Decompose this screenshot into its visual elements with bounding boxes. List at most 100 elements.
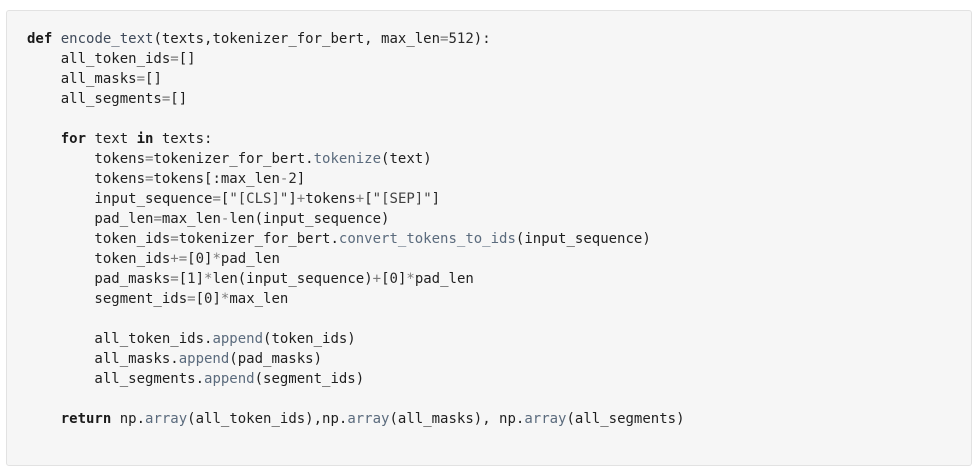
code-token: pad_masks: [27, 271, 171, 287]
code-token: =: [212, 191, 221, 207]
code-token: []: [170, 91, 188, 107]
code-token: (all_masks), np.: [389, 411, 525, 427]
code-token: []: [145, 71, 162, 87]
code-token: in: [136, 131, 154, 147]
code-token: pad_len: [27, 211, 154, 227]
code-token: for: [60, 131, 87, 147]
code-line: all_masks.append(pad_masks): [27, 349, 685, 369]
code-token: token_ids: [27, 251, 171, 267]
code-line: all_segments.append(segment_ids): [27, 369, 685, 389]
code-token: max_len: [161, 211, 221, 227]
code-token: =: [170, 51, 179, 67]
code-line: for text in texts:: [27, 129, 685, 149]
code-token: append: [212, 331, 264, 347]
code-token: token_ids: [27, 231, 171, 247]
code-token: np.: [111, 411, 146, 427]
code-token: all_segments.: [27, 371, 205, 387]
code-block[interactable]: def encode_text(texts,tokenizer_for_bert…: [27, 29, 685, 429]
code-token: *: [406, 271, 415, 287]
code-token: tokenize: [313, 151, 382, 167]
code-line: all_token_ids=[]: [27, 49, 685, 69]
code-token: (pad_masks): [229, 351, 323, 367]
code-token: "[CLS]": [229, 191, 289, 207]
code-line: pad_masks=[1]*len(input_sequence)+[0]*pa…: [27, 269, 685, 289]
code-token: convert_tokens_to_ids: [338, 231, 516, 247]
code-line: def encode_text(texts,tokenizer_for_bert…: [27, 29, 685, 49]
code-line: ​: [27, 109, 685, 129]
code-line: ​: [27, 309, 685, 329]
code-token: all_masks.: [27, 351, 179, 367]
code-token: +: [355, 191, 365, 207]
code-token: (texts,tokenizer_for_bert, max_len: [153, 31, 441, 47]
code-token: (all_token_ids),np.: [187, 411, 348, 427]
code-block-container: def encode_text(texts,tokenizer_for_bert…: [6, 10, 972, 466]
code-token: array: [524, 411, 567, 427]
code-token: 2: [288, 171, 297, 187]
code-token: (all_segments): [566, 411, 685, 427]
code-line: tokens=tokens[:max_len-2]: [27, 169, 685, 189]
code-token: [: [178, 271, 188, 287]
code-token: ]: [212, 291, 221, 307]
code-token: (input_sequence): [515, 231, 651, 247]
code-token: 0: [195, 251, 205, 267]
code-token: append: [204, 371, 255, 387]
code-token: [: [364, 191, 373, 207]
code-line: token_ids+=[0]*pad_len: [27, 249, 685, 269]
code-token: ]: [296, 171, 306, 187]
code-token: pad_len: [414, 271, 474, 287]
code-token: pad_len: [220, 251, 280, 267]
code-token: "[SEP]": [372, 191, 432, 207]
code-token: tokens: [27, 151, 146, 167]
code-token: segment_ids: [27, 291, 188, 307]
code-token: =: [170, 231, 179, 247]
code-token: ]: [431, 191, 441, 207]
code-token: array: [347, 411, 390, 427]
code-token: [: [195, 291, 205, 307]
code-token: all_segments: [27, 91, 162, 107]
code-token: +: [296, 191, 306, 207]
code-token: tokens[:max_len: [153, 171, 280, 187]
code-token: tokens: [305, 191, 356, 207]
code-line: ​: [27, 389, 685, 409]
code-line: input_sequence=["[CLS]"]+tokens+["[SEP]"…: [27, 189, 685, 209]
code-token: (token_ids): [263, 331, 356, 347]
code-line: all_masks=[]: [27, 69, 685, 89]
code-line: all_token_ids.append(token_ids): [27, 329, 685, 349]
code-token: +=: [170, 251, 188, 267]
code-token: ):: [473, 31, 491, 47]
code-token: *: [212, 251, 221, 267]
code-token: 1: [187, 271, 196, 287]
code-token: return: [60, 411, 112, 427]
code-token: max_len: [229, 291, 289, 307]
code-line: segment_ids=[0]*max_len: [27, 289, 685, 309]
code-token: =: [187, 291, 196, 307]
code-token: 0: [389, 271, 398, 287]
code-token: append: [178, 351, 230, 367]
code-token: =: [153, 211, 162, 227]
code-token: tokenizer_for_bert.: [178, 231, 339, 247]
code-token: +: [372, 271, 382, 287]
code-token: =: [170, 271, 179, 287]
code-line: tokens=tokenizer_for_bert.tokenize(text): [27, 149, 685, 169]
code-token: tokens: [27, 171, 146, 187]
code-token: input_sequence: [27, 191, 213, 207]
code-token: [: [381, 271, 390, 287]
code-token: ]: [195, 271, 205, 287]
code-token: tokenizer_for_bert.: [153, 151, 314, 167]
code-line: all_segments=[]: [27, 89, 685, 109]
code-token: []: [178, 51, 196, 67]
code-token: all_token_ids: [27, 51, 171, 67]
code-token: texts:: [153, 131, 213, 147]
code-line: pad_len=max_len-len(input_sequence): [27, 209, 685, 229]
code-token: [: [187, 251, 196, 267]
code-token: 512: [448, 31, 474, 47]
code-token: def: [27, 31, 53, 47]
code-token: all_token_ids.: [27, 331, 213, 347]
code-token: (segment_ids): [254, 371, 365, 387]
code-line: return np.array(all_token_ids),np.array(…: [27, 409, 685, 429]
code-token: len(input_sequence): [229, 211, 390, 227]
code-token: len(input_sequence): [212, 271, 373, 287]
code-token: (text): [381, 151, 432, 167]
